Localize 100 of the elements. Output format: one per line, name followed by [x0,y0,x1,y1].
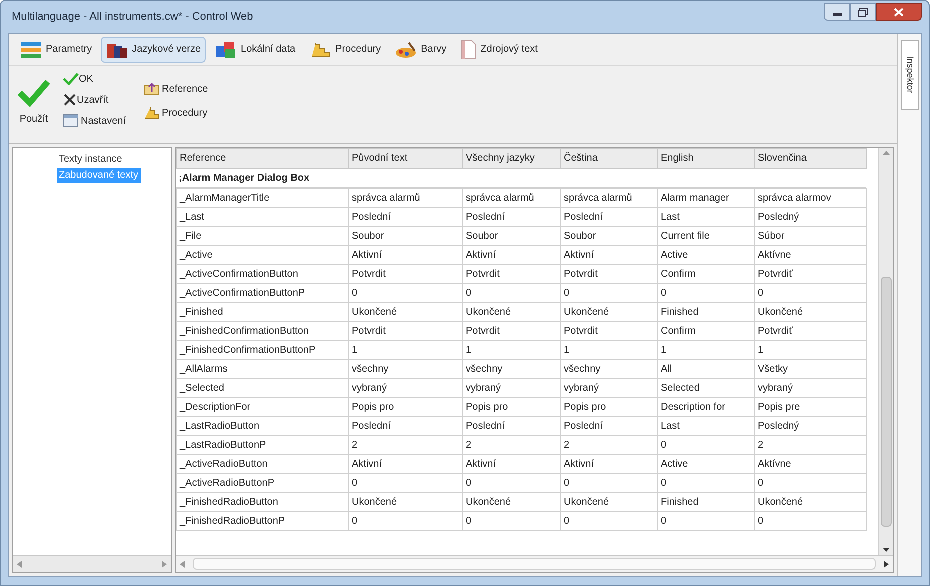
table-cell: 1 [560,340,658,360]
table-cell: Selected [658,378,754,398]
table-cell: Soubor [462,226,560,246]
tab[interactable]: Procedury [304,36,386,62]
table-cell: 0 [348,474,462,492]
table-cell: _ActiveConfirmationButtonP [176,284,348,302]
table-cell: Aktivní [348,454,462,474]
table-cell: Potvrdit [462,322,560,340]
table-cell: vybraný [560,378,658,398]
table-cell: Ukončené [348,492,462,512]
paint-brush-icon [395,40,418,58]
table-cell: Potvrdit [560,264,658,284]
column-header[interactable]: Čeština [560,148,658,168]
table-cell: Aktivní [462,246,560,264]
table-cell: 0 [462,284,560,302]
stairs-icon [310,40,332,58]
table-cell: 1 [658,340,754,360]
table-cell: _FinishedRadioButtonP [176,512,348,530]
checkmark-icon [63,73,79,85]
table-cell: Popis pre [754,398,866,416]
table-cell: Potvrdit [348,264,462,284]
table-cell: _Finished [176,302,348,322]
tab[interactable]: Lokální data [210,36,301,62]
column-header[interactable]: Slovenčina [754,148,866,168]
table-cell: _LastRadioButton [176,416,348,436]
table-cell: 0 [348,284,462,302]
table-cell: 0 [462,474,560,492]
table-cell: _FinishedConfirmationButtonP [176,340,348,360]
table-cell: Ukončené [754,492,866,512]
window-icon [63,114,79,128]
vertical-scrollbar[interactable] [878,148,893,555]
table-cell: Description for [658,398,754,416]
table-cell: Aktívne [754,454,866,474]
settings-button[interactable]: Nastavení [63,112,126,130]
table-cell: 0 [658,436,754,454]
table-cell: Ukončené [462,492,560,512]
tab[interactable]: Barvy [390,36,452,62]
table-cell: 0 [658,284,754,302]
table-cell: _Active [176,246,348,264]
table-cell: Finished [658,492,754,512]
table-cell: 2 [560,436,658,454]
column-header[interactable]: Reference [176,148,348,168]
table-cell: vybraný [754,378,866,398]
table-cell: 0 [348,512,462,530]
apply-button[interactable]: Použít [15,70,53,127]
column-header[interactable]: English [658,148,754,168]
side-tab[interactable]: Inspektor [900,40,918,110]
table-cell: _AllAlarms [176,360,348,378]
table-cell: Poslední [462,208,560,226]
column-header[interactable]: Všechny jazyky [462,148,560,168]
table-cell: Finished [658,302,754,322]
right-arrow-icon [162,560,167,568]
table-cell: Potvrdit [348,322,462,340]
table-cell: Aktivní [560,246,658,264]
table-cell: Active [658,454,754,474]
table-cell: 0 [560,512,658,530]
table-cell: 0 [754,512,866,530]
table-cell: Súbor [754,226,866,246]
table-cell: správca alarmů [560,188,658,208]
table-cell: Ukončené [462,302,560,322]
minimize-button[interactable] [824,3,850,21]
table-cell: Popis pro [348,398,462,416]
scrollbar-thumb[interactable] [193,558,876,570]
maximize-button[interactable] [850,3,876,21]
reference-button[interactable]: Reference [144,80,208,98]
table-cell: Potvrdiť [754,264,866,284]
table-cell: 2 [462,436,560,454]
window-title: Multilanguage - All instruments.cw* - Control Web [11,10,254,25]
table-cell: všechny [348,360,462,378]
tree-item[interactable]: Texty instance [57,152,124,167]
document-icon [460,40,477,60]
table-cell: 0 [754,284,866,302]
tab[interactable]: Jazykové verze [101,36,206,62]
table-cell: _ActiveRadioButtonP [176,474,348,492]
table-cell: Poslední [560,208,658,226]
table-cell: všechny [462,360,560,378]
table-cell: Soubor [348,226,462,246]
ok-button[interactable]: OK [63,70,126,88]
table-cell: _Selected [176,378,348,398]
table-cell: Potvrdiť [754,322,866,340]
left-arrow-icon [17,560,22,568]
table-cell: 0 [658,474,754,492]
close-panel-button[interactable]: Uzavřít [63,91,126,109]
table-cell: Soubor [560,226,658,246]
horizontal-scrollbar[interactable] [13,555,171,572]
table-cell: _FinishedConfirmationButton [176,322,348,340]
horizontal-scrollbar[interactable] [176,555,893,572]
restore-icon [858,8,868,16]
tab[interactable]: Zdrojový text [456,36,543,62]
close-button[interactable] [876,3,922,21]
column-header[interactable]: Původní text [348,148,462,168]
table-cell: správca alarmů [462,188,560,208]
table-cell: Posledný [754,208,866,226]
tab[interactable]: Parametry [15,36,98,62]
procedures-button[interactable]: Procedury [144,104,208,122]
table-cell: Potvrdit [462,264,560,284]
table-cell: Všetky [754,360,866,378]
table-cell: Confirm [658,264,754,284]
table-cell: Potvrdit [560,322,658,340]
scrollbar-thumb[interactable] [880,276,892,526]
